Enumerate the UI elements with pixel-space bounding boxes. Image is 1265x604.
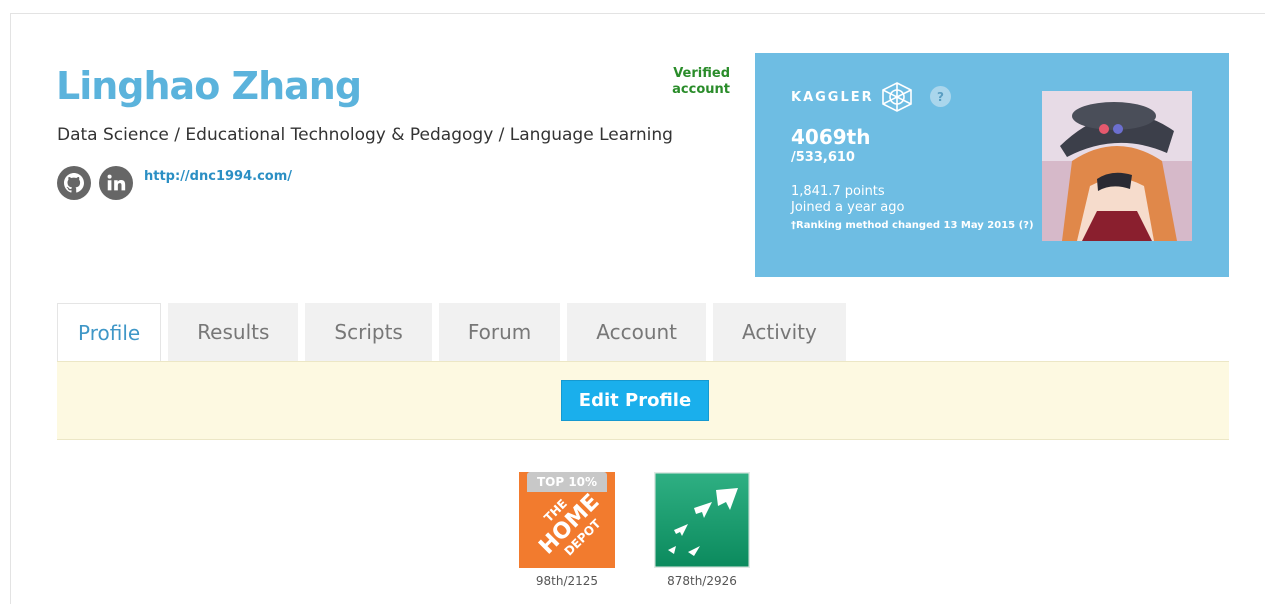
tab-activity[interactable]: Activity [713, 303, 846, 361]
ranking-note[interactable]: †Ranking method changed 13 May 2015 (?) [791, 218, 1051, 234]
competition-badge-home-depot[interactable]: THE HOME DEPOT TOP 10% 98th/2125 [517, 472, 617, 588]
competition-rank: 98th/2125 [535, 574, 599, 588]
linkedin-icon[interactable] [99, 166, 133, 200]
competition-rank: 878th/2926 [667, 574, 737, 588]
tab-results[interactable]: Results [168, 303, 299, 361]
help-icon[interactable]: ? [930, 86, 951, 107]
joined-date: Joined a year ago [791, 200, 905, 215]
profile-tabs: Profile Results Scripts Forum Account Ac… [57, 303, 846, 362]
social-links [57, 166, 133, 200]
avatar [1042, 91, 1192, 241]
tab-profile[interactable]: Profile [57, 303, 162, 362]
edit-profile-button[interactable]: Edit Profile [561, 380, 709, 421]
total-users: /533,610 [791, 150, 855, 165]
edit-profile-bar: Edit Profile [57, 361, 1229, 440]
points: 1,841.7 points [791, 184, 885, 199]
profile-name: Linghao Zhang [56, 64, 362, 108]
global-rank: 4069th [791, 125, 871, 149]
top-percent-tag: TOP 10% [527, 472, 607, 492]
bnp-paribas-logo [654, 472, 750, 568]
profile-tagline: Data Science / Educational Technology & … [57, 125, 673, 145]
kaggler-tier-icon [880, 81, 914, 117]
competition-badge-bnp[interactable]: 878th/2926 [652, 472, 752, 588]
tab-scripts[interactable]: Scripts [305, 303, 432, 361]
home-depot-logo: THE HOME DEPOT TOP 10% [519, 472, 615, 568]
tier-label: KAGGLER [791, 90, 874, 105]
github-icon[interactable] [57, 166, 91, 200]
website-link[interactable]: http://dnc1994.com/ [144, 169, 292, 184]
kaggler-rank-card: KAGGLER ? 4069th /533,610 1,841.7 points… [755, 53, 1229, 277]
tab-forum[interactable]: Forum [438, 303, 561, 361]
verified-badge: Verified account [672, 66, 730, 97]
tab-account[interactable]: Account [567, 303, 707, 361]
